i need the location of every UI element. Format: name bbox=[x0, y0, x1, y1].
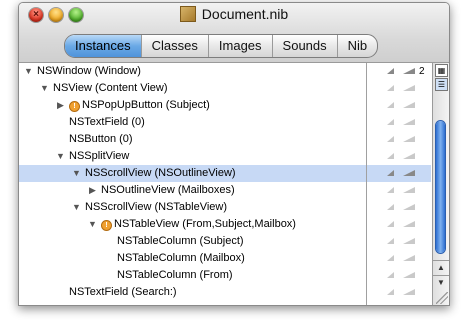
tree-row-text: NSTextField (Search:) bbox=[69, 286, 177, 298]
tree-row[interactable]: NSTableColumn (From) bbox=[19, 267, 431, 284]
tree-row-label: ! NSPopUpButton (Subject) bbox=[69, 97, 210, 114]
scroll-down-arrow-icon[interactable]: ▼ bbox=[433, 275, 449, 290]
window-title-area: Document.nib bbox=[19, 6, 449, 24]
tree-row[interactable]: ▶ NSOutlineView (Mailboxes) bbox=[19, 182, 431, 199]
window-titlebar-toolbar: × Document.nib Instances Classes Images … bbox=[19, 3, 449, 63]
tree-row-label: NSWindow (Window) bbox=[37, 63, 141, 80]
tree-row-text: NSTableView (From,Subject,Mailbox) bbox=[114, 218, 296, 230]
tree-row-label: NSView (Content View) bbox=[53, 80, 168, 97]
disclosure-expanded-icon[interactable]: ▼ bbox=[71, 165, 82, 182]
tree-row-text: NSPopUpButton (Subject) bbox=[82, 99, 210, 111]
child-count: 2 bbox=[419, 66, 425, 77]
visibility-indicator-icon bbox=[387, 119, 417, 127]
visibility-indicator-icon bbox=[387, 238, 417, 246]
tree-row-label: NSSplitView bbox=[69, 148, 129, 165]
instances-tab-bar: Instances Classes Images Sounds Nib bbox=[64, 34, 379, 58]
tree-row-text: NSView (Content View) bbox=[53, 82, 168, 94]
disclosure-collapsed-icon[interactable]: ▶ bbox=[55, 97, 66, 114]
visibility-indicator-icon bbox=[387, 153, 417, 161]
tree-row-text: NSTextField (0) bbox=[69, 116, 145, 128]
window-title: Document.nib bbox=[201, 6, 289, 22]
tab-images[interactable]: Images bbox=[209, 35, 273, 57]
column-divider bbox=[366, 63, 367, 305]
visibility-indicator-icon bbox=[387, 221, 417, 229]
tree-row[interactable]: ▼ NSScrollView (NSOutlineView) bbox=[19, 165, 431, 182]
tree-row-text: NSOutlineView (Mailboxes) bbox=[101, 184, 235, 196]
tree-row[interactable]: ▶! NSPopUpButton (Subject) bbox=[19, 97, 431, 114]
visibility-indicator-icon bbox=[387, 102, 417, 110]
visibility-indicator-icon bbox=[387, 272, 417, 280]
visibility-indicator-icon bbox=[387, 136, 417, 144]
warning-icon: ! bbox=[69, 101, 80, 112]
tree-row-label: NSTextField (Search:) bbox=[69, 284, 177, 301]
tree-row[interactable]: NSTableColumn (Subject) bbox=[19, 233, 431, 250]
visibility-indicator-icon bbox=[387, 68, 417, 76]
tree-row-text: NSWindow (Window) bbox=[37, 65, 141, 77]
tree-row-text: NSScrollView (NSTableView) bbox=[85, 201, 228, 213]
tree-row[interactable]: NSTableColumn (Mailbox) bbox=[19, 250, 431, 267]
tree-row-label: NSTableColumn (Mailbox) bbox=[117, 250, 245, 267]
disclosure-expanded-icon[interactable]: ▼ bbox=[71, 199, 82, 216]
tree-row[interactable]: NSButton (0) bbox=[19, 131, 431, 148]
tree-row-text: NSButton (0) bbox=[69, 133, 133, 145]
tree-row-text: NSTableColumn (From) bbox=[117, 269, 233, 281]
tree-row-text: NSSplitView bbox=[69, 150, 130, 162]
tree-row-label: NSButton (0) bbox=[69, 131, 133, 148]
tree-row[interactable]: ▼ NSWindow (Window) 2 bbox=[19, 63, 431, 80]
disclosure-expanded-icon[interactable]: ▼ bbox=[39, 80, 50, 97]
tree-row[interactable]: ▼ NSView (Content View) bbox=[19, 80, 431, 97]
scrollbar-thumb[interactable] bbox=[436, 121, 445, 253]
tree-row-label: NSScrollView (NSOutlineView) bbox=[85, 165, 236, 182]
tree-row[interactable]: ▼! NSTableView (From,Subject,Mailbox) bbox=[19, 216, 431, 233]
tab-nib[interactable]: Nib bbox=[338, 35, 378, 57]
visibility-indicator-icon bbox=[387, 204, 417, 212]
tree-row[interactable]: NSTextField (Search:) bbox=[19, 284, 431, 301]
tab-sounds[interactable]: Sounds bbox=[273, 35, 338, 57]
instances-outline-view[interactable]: ▼ NSWindow (Window) 2 ▼ NSView (Content View… bbox=[19, 63, 449, 305]
view-mode-icon[interactable]: ▦ bbox=[435, 64, 448, 77]
list-mode-icon[interactable]: ☰ bbox=[435, 78, 448, 91]
tree-row-label: ! NSTableView (From,Subject,Mailbox) bbox=[101, 216, 296, 233]
tree-row-label: NSTableColumn (Subject) bbox=[117, 233, 244, 250]
tree-row-label: NSScrollView (NSTableView) bbox=[85, 199, 227, 216]
tree-row-text: NSTableColumn (Subject) bbox=[117, 235, 244, 247]
tree-row-label: NSTableColumn (From) bbox=[117, 267, 233, 284]
tab-instances[interactable]: Instances bbox=[65, 35, 142, 57]
visibility-indicator-icon bbox=[387, 170, 417, 178]
disclosure-expanded-icon[interactable]: ▼ bbox=[55, 148, 66, 165]
disclosure-expanded-icon[interactable]: ▼ bbox=[87, 216, 98, 233]
tree-row-text: NSTableColumn (Mailbox) bbox=[117, 252, 245, 264]
tab-classes[interactable]: Classes bbox=[142, 35, 209, 57]
visibility-indicator-icon bbox=[387, 289, 417, 297]
tree-row-label: NSTextField (0) bbox=[69, 114, 145, 131]
scroll-up-arrow-icon[interactable]: ▲ bbox=[433, 260, 449, 275]
tree-row-text: NSScrollView (NSOutlineView) bbox=[85, 167, 236, 179]
tree-row[interactable]: ▼ NSScrollView (NSTableView) bbox=[19, 199, 431, 216]
tree-row[interactable]: NSTextField (0) bbox=[19, 114, 431, 131]
tree-row-label: NSOutlineView (Mailboxes) bbox=[101, 182, 235, 199]
visibility-indicator-icon bbox=[387, 187, 417, 195]
resize-grip-icon[interactable] bbox=[436, 292, 448, 304]
disclosure-expanded-icon[interactable]: ▼ bbox=[23, 63, 34, 80]
nib-document-window: × Document.nib Instances Classes Images … bbox=[18, 2, 450, 306]
tree-row[interactable]: ▼ NSSplitView bbox=[19, 148, 431, 165]
visibility-indicator-icon bbox=[387, 255, 417, 263]
nib-document-icon bbox=[179, 6, 196, 22]
disclosure-collapsed-icon[interactable]: ▶ bbox=[87, 182, 98, 199]
vertical-scrollbar[interactable]: ▦ ☰ ▲ ▼ bbox=[432, 63, 449, 305]
warning-icon: ! bbox=[101, 220, 112, 231]
visibility-indicator-icon bbox=[387, 85, 417, 93]
